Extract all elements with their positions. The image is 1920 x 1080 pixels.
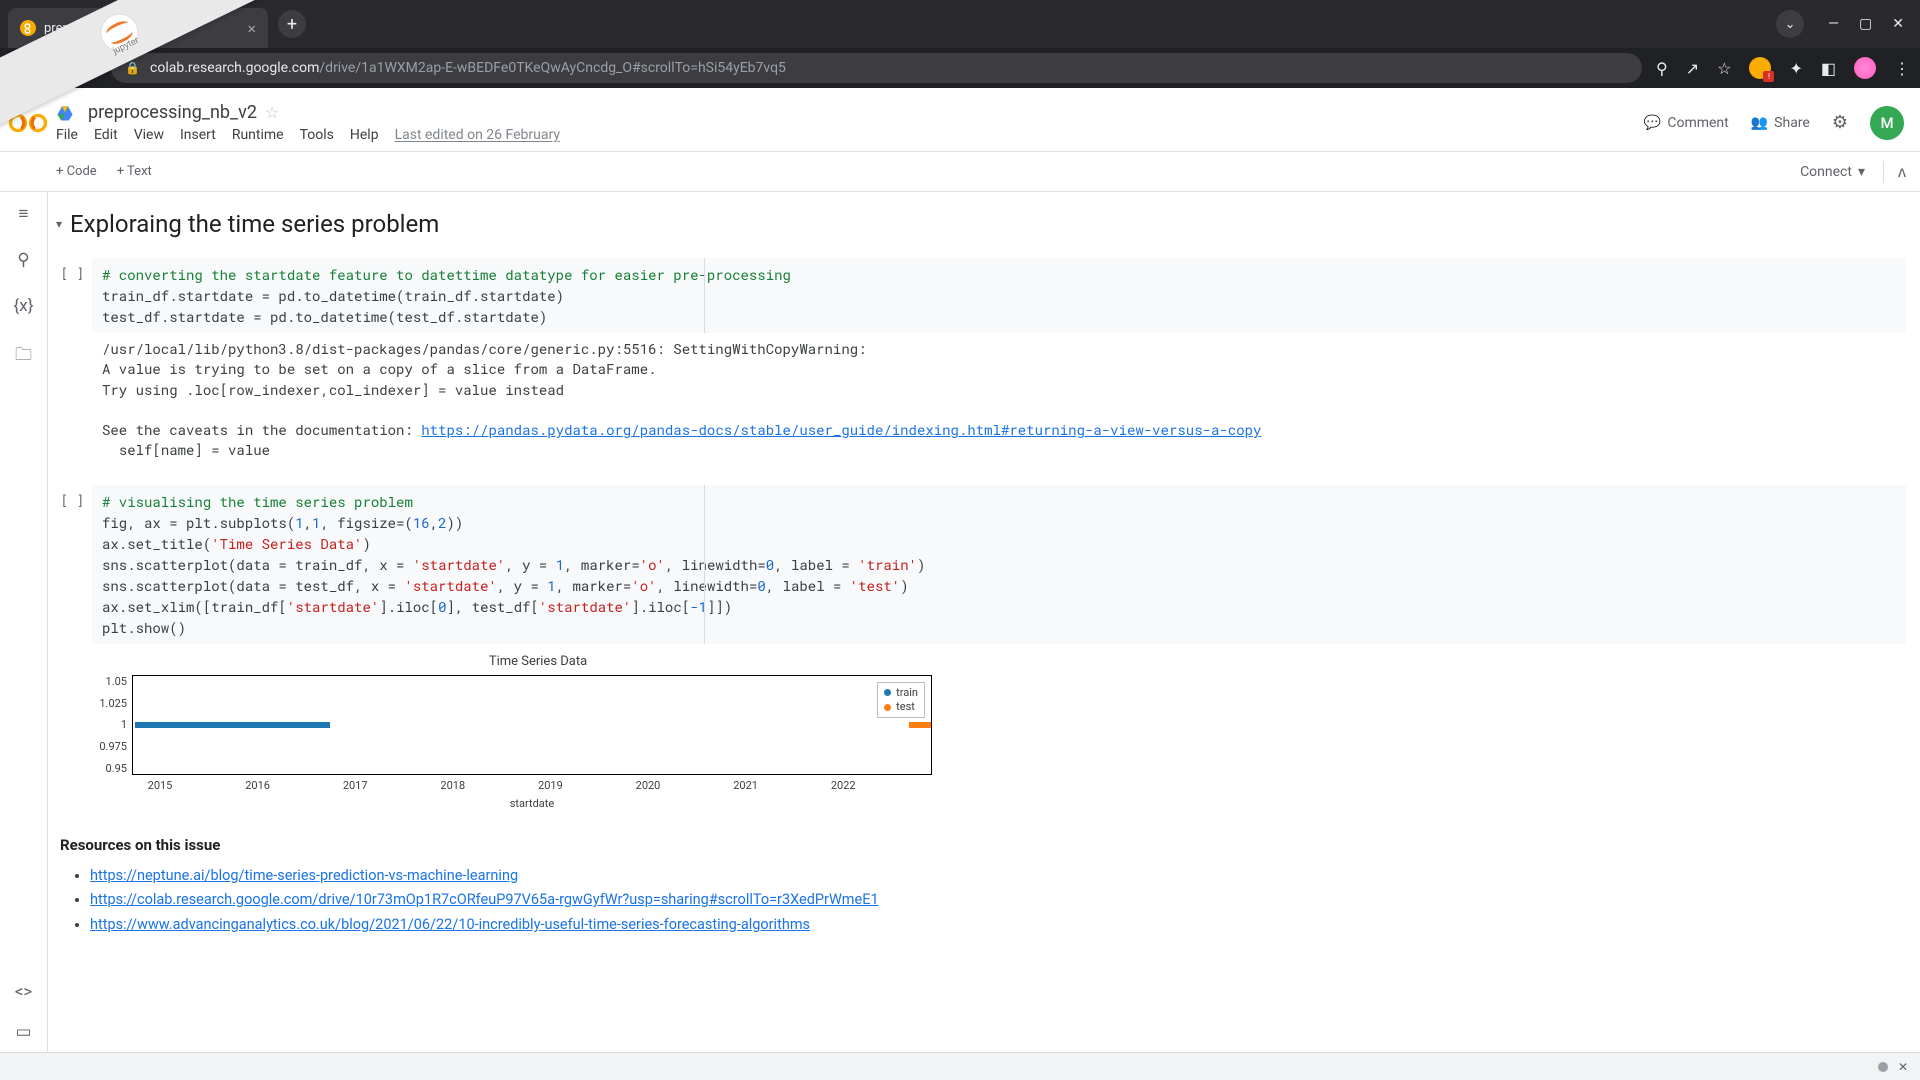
resource-link[interactable]: https://neptune.ai/blog/time-series-pred… <box>90 867 518 884</box>
menu-edit[interactable]: Edit <box>94 127 118 143</box>
colab-favicon <box>20 20 36 36</box>
colab-header: preprocessing_nb_v2 ☆ File Edit View Ins… <box>0 88 1920 152</box>
resources-list: https://neptune.ai/blog/time-series-pred… <box>90 864 1906 938</box>
tab-search-button[interactable]: ⌄ <box>1776 10 1804 38</box>
divider <box>1883 161 1884 183</box>
resource-link[interactable]: https://colab.research.google.com/drive/… <box>90 891 879 908</box>
comment-button[interactable]: 💬Comment <box>1644 115 1729 131</box>
share-button[interactable]: 👥Share <box>1751 115 1810 131</box>
section-collapse-icon[interactable]: ▾ <box>56 217 62 231</box>
series-test <box>909 722 931 728</box>
reload-icon[interactable]: ⟳ <box>82 58 97 79</box>
side-panel-icon[interactable]: ◧ <box>1821 59 1836 78</box>
comment-icon: 💬 <box>1644 115 1661 131</box>
variables-icon[interactable]: {x} <box>14 296 34 316</box>
code-cell[interactable]: [ ] # visualising the time series proble… <box>56 485 1906 810</box>
bookmark-icon[interactable]: ☆ <box>1717 59 1731 78</box>
share-icon[interactable]: ↗ <box>1686 59 1699 78</box>
chart-plot-area: train test <box>132 675 932 775</box>
close-window-icon[interactable]: ✕ <box>1892 16 1904 32</box>
colab-logo-icon[interactable] <box>6 101 50 145</box>
tray-icon[interactable] <box>1878 1062 1888 1072</box>
browser-address-bar: ← → ⟳ 🔒 colab.research.google.com/drive/… <box>0 48 1920 88</box>
kebab-menu-icon[interactable]: ⋮ <box>1894 59 1910 78</box>
forward-icon[interactable]: → <box>46 58 64 79</box>
tab-title: prep…v2 - C <box>44 21 239 36</box>
resource-link[interactable]: https://www.advancinganalytics.co.uk/blo… <box>90 916 810 933</box>
menu-bar: File Edit View Insert Runtime Tools Help… <box>56 127 1644 143</box>
back-icon[interactable]: ← <box>10 58 28 79</box>
last-edited-link[interactable]: Last edited on 26 February <box>395 127 560 143</box>
star-icon[interactable]: ☆ <box>265 103 279 122</box>
menu-runtime[interactable]: Runtime <box>232 127 284 143</box>
search-icon[interactable]: ⚲ <box>17 250 29 270</box>
profile-avatar-icon[interactable] <box>1854 57 1876 79</box>
url-path: /drive/1a1WXM2ap-E-wBEDFe0TKeQwAyCncdg_O… <box>319 60 786 76</box>
chart-output: Time Series Data 1.05 1.025 1 0.975 0.95… <box>92 654 1906 810</box>
chart-y-ticks: 1.05 1.025 1 0.975 0.95 <box>92 675 132 775</box>
add-text-button[interactable]: + Text <box>117 164 152 179</box>
extensions-puzzle-icon[interactable]: ✦ <box>1789 59 1802 78</box>
url-input[interactable]: 🔒 colab.research.google.com/drive/1a1WXM… <box>111 53 1642 83</box>
browser-tab[interactable]: prep…v2 - C × <box>8 8 268 48</box>
insert-toolbar: + Code + Text Connect▾ ʌ <box>0 152 1920 192</box>
window-controls: — ▢ ✕ <box>1828 16 1904 32</box>
menu-tools[interactable]: Tools <box>300 127 334 143</box>
series-train <box>135 722 330 728</box>
menu-insert[interactable]: Insert <box>180 127 216 143</box>
list-item: https://www.advancinganalytics.co.uk/blo… <box>90 913 1906 938</box>
extension-icon[interactable]: ! <box>1749 57 1771 79</box>
docs-link[interactable]: https://pandas.pydata.org/pandas-docs/st… <box>421 420 1261 439</box>
code-editor[interactable]: # converting the startdate feature to da… <box>92 258 1906 333</box>
os-taskbar: ✕ <box>0 1052 1920 1080</box>
files-icon[interactable]: 🗀 <box>15 342 32 371</box>
chart-x-ticks: 2015 2016 2017 2018 2019 2020 2021 2022 <box>132 779 932 795</box>
url-host: colab.research.google.com <box>150 60 319 76</box>
gear-icon[interactable]: ⚙ <box>1832 112 1848 133</box>
section-title: Exploraing the time series problem <box>70 210 439 238</box>
close-icon[interactable]: × <box>247 19 256 38</box>
cell-output: /usr/local/lib/python3.8/dist-packages/p… <box>92 333 1906 467</box>
menu-file[interactable]: File <box>56 127 78 143</box>
chevron-down-icon: ▾ <box>1858 164 1865 180</box>
terminal-icon[interactable]: ▭ <box>15 1022 31 1042</box>
notebook-area[interactable]: ▾ Exploraing the time series problem [ ]… <box>48 192 1920 1052</box>
left-rail: ≡ ⚲ {x} 🗀 <> ▭ <box>0 192 48 1052</box>
tray-close-icon[interactable]: ✕ <box>1898 1060 1908 1074</box>
maximize-icon[interactable]: ▢ <box>1859 16 1872 32</box>
resources-heading: Resources on this issue <box>60 836 1906 854</box>
menu-help[interactable]: Help <box>350 127 379 143</box>
chart-title: Time Series Data <box>128 654 948 669</box>
minimize-icon[interactable]: — <box>1828 16 1839 32</box>
toc-icon[interactable]: ≡ <box>19 204 29 224</box>
new-tab-button[interactable]: + <box>278 10 306 38</box>
code-editor[interactable]: # visualising the time series problem fi… <box>92 485 1906 644</box>
collapse-header-button[interactable]: ʌ <box>1898 162 1906 182</box>
cell-prompt[interactable]: [ ] <box>56 485 92 509</box>
code-cell[interactable]: [ ] # converting the startdate feature t… <box>56 258 1906 467</box>
list-item: https://neptune.ai/blog/time-series-pred… <box>90 864 1906 889</box>
connect-button[interactable]: Connect▾ <box>1800 164 1865 180</box>
account-avatar[interactable]: M <box>1870 106 1904 140</box>
notebook-title[interactable]: preprocessing_nb_v2 <box>88 102 257 123</box>
legend-marker-test <box>884 704 891 711</box>
add-code-button[interactable]: + Code <box>56 164 97 179</box>
legend-marker-train <box>884 689 891 696</box>
chart-x-label: startdate <box>132 797 932 810</box>
drive-icon <box>56 104 74 122</box>
search-icon[interactable]: ⚲ <box>1656 59 1668 78</box>
cell-prompt[interactable]: [ ] <box>56 258 92 282</box>
code-snippets-icon[interactable]: <> <box>15 982 33 1002</box>
browser-tab-strip: prep…v2 - C × + ⌄ — ▢ ✕ <box>0 0 1920 48</box>
list-item: https://colab.research.google.com/drive/… <box>90 888 1906 913</box>
chart-legend: train test <box>877 682 925 719</box>
lock-icon: 🔒 <box>125 61 140 75</box>
menu-view[interactable]: View <box>134 127 164 143</box>
people-icon: 👥 <box>1751 115 1768 131</box>
